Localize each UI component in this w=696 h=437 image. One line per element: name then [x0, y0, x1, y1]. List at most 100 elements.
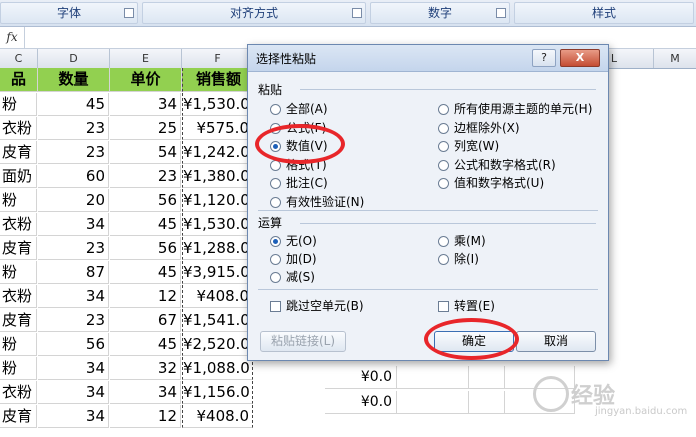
price-cell[interactable]: 23 — [110, 165, 181, 188]
skip-blanks-checkbox[interactable]: 跳过空单元(B) — [270, 298, 364, 314]
sales-cell[interactable]: ¥2,520.0 — [182, 333, 253, 356]
qty-cell[interactable]: 60 — [38, 165, 109, 188]
radio-icon[interactable] — [438, 141, 449, 152]
qty-cell[interactable]: 23 — [38, 117, 109, 140]
close-icon[interactable]: X — [560, 49, 600, 67]
radio-icon[interactable] — [270, 104, 281, 115]
paste-option-5[interactable]: 有效性验证(N) — [270, 194, 364, 210]
paste-option-0[interactable]: 全部(A) — [270, 101, 328, 117]
sales-cell[interactable]: ¥3,915.0 — [182, 261, 253, 284]
paste-extra-option-4[interactable]: 值和数字格式(U) — [438, 175, 544, 191]
right-cell[interactable]: ¥0.0 — [325, 366, 397, 389]
paste-extra-option-2[interactable]: 列宽(W) — [438, 138, 499, 154]
dialog-launcher-icon[interactable] — [352, 8, 362, 18]
product-cell[interactable]: 衣粉 — [0, 117, 37, 140]
price-cell[interactable]: 34 — [110, 93, 181, 116]
price-cell[interactable]: 45 — [110, 333, 181, 356]
price-cell[interactable]: 12 — [110, 285, 181, 308]
radio-icon[interactable] — [438, 236, 449, 247]
price-cell[interactable]: 45 — [110, 213, 181, 236]
qty-cell[interactable]: 23 — [38, 237, 109, 260]
price-cell[interactable]: 56 — [110, 189, 181, 212]
operation-option-2[interactable]: 减(S) — [270, 269, 315, 285]
column-header-e[interactable]: E — [110, 49, 182, 68]
empty-cell[interactable] — [469, 391, 505, 414]
skip-blanks-check-icon[interactable] — [270, 301, 281, 312]
paste-option-4[interactable]: 批注(C) — [270, 175, 328, 191]
qty-cell[interactable]: 56 — [38, 333, 109, 356]
product-cell[interactable]: 衣粉 — [0, 285, 37, 308]
radio-icon[interactable] — [438, 178, 449, 189]
dialog-title-bar[interactable]: 选择性粘贴 ? X — [248, 45, 608, 72]
right-cell[interactable]: ¥0.0 — [325, 391, 397, 414]
radio-icon[interactable] — [270, 236, 281, 247]
dialog-launcher-icon[interactable] — [496, 8, 506, 18]
cancel-button[interactable]: 取消 — [516, 331, 596, 352]
operation-extra-option-0[interactable]: 乘(M) — [438, 233, 486, 249]
operation-extra-option-1[interactable]: 除(I) — [438, 251, 479, 267]
price-cell[interactable]: 67 — [110, 309, 181, 332]
paste-extra-option-1[interactable]: 边框除外(X) — [438, 120, 520, 136]
radio-icon[interactable] — [438, 122, 449, 134]
radio-icon[interactable] — [270, 178, 281, 189]
header-cell-qty[interactable]: 数量 — [38, 68, 110, 92]
sales-cell[interactable]: ¥1,530.0 — [182, 213, 253, 236]
radio-icon[interactable] — [270, 272, 281, 283]
price-cell[interactable]: 25 — [110, 117, 181, 140]
column-header-m[interactable]: M — [654, 49, 696, 68]
radio-icon[interactable] — [270, 196, 281, 208]
paste-extra-option-3[interactable]: 公式和数字格式(R) — [438, 157, 556, 173]
radio-icon[interactable] — [438, 254, 449, 265]
paste-extra-option-0[interactable]: 所有使用源主题的单元(H) — [438, 101, 592, 117]
header-cell-sales[interactable]: 销售额 — [182, 68, 255, 92]
product-cell[interactable]: 皮育 — [0, 237, 37, 260]
product-cell[interactable]: 粉 — [0, 261, 37, 284]
dialog-launcher-icon[interactable] — [124, 8, 134, 18]
product-cell[interactable]: 皮育 — [0, 309, 37, 332]
price-cell[interactable]: 45 — [110, 261, 181, 284]
header-cell-product[interactable]: 品 — [0, 68, 38, 92]
empty-cell[interactable] — [397, 391, 469, 414]
product-cell[interactable]: 粉 — [0, 189, 37, 212]
operation-option-1[interactable]: 加(D) — [270, 251, 317, 267]
qty-cell[interactable]: 20 — [38, 189, 109, 212]
sales-cell[interactable]: ¥575.0 — [182, 117, 253, 140]
product-cell[interactable]: 面奶 — [0, 165, 37, 188]
fx-icon[interactable]: fx — [0, 27, 25, 48]
empty-cell[interactable] — [469, 366, 505, 389]
operation-option-0[interactable]: 无(O) — [270, 233, 317, 249]
radio-icon[interactable] — [438, 104, 449, 115]
sales-cell[interactable]: ¥1,530.0 — [182, 93, 253, 116]
price-cell[interactable]: 54 — [110, 141, 181, 164]
column-header-c[interactable]: C — [0, 49, 38, 68]
price-cell[interactable]: 56 — [110, 237, 181, 260]
column-header-d[interactable]: D — [38, 49, 110, 68]
qty-cell[interactable]: 34 — [38, 285, 109, 308]
transpose-checkbox[interactable]: 转置(E) — [438, 298, 495, 314]
product-cell[interactable]: 粉 — [0, 93, 37, 116]
sales-cell[interactable]: ¥408.0 — [182, 285, 253, 308]
column-header-f[interactable]: F — [182, 49, 254, 68]
header-cell-price[interactable]: 单价 — [110, 68, 182, 92]
product-cell[interactable]: 衣粉 — [0, 213, 37, 236]
product-cell[interactable]: 皮育 — [0, 141, 37, 164]
operation-divider-top — [258, 210, 598, 211]
qty-cell[interactable]: 34 — [38, 213, 109, 236]
qty-cell[interactable]: 87 — [38, 261, 109, 284]
qty-cell[interactable]: 23 — [38, 309, 109, 332]
sales-cell[interactable]: ¥1,288.0 — [182, 237, 253, 260]
radio-icon[interactable] — [438, 159, 449, 171]
sales-cell[interactable]: ¥1,541.0 — [182, 309, 253, 332]
paste-extra-option-label: 列宽(W) — [454, 139, 500, 153]
help-icon[interactable]: ? — [532, 49, 556, 67]
sales-cell[interactable]: ¥1,120.0 — [182, 189, 253, 212]
radio-icon[interactable] — [270, 254, 281, 265]
transpose-check-icon[interactable] — [438, 301, 449, 312]
sales-cell[interactable]: ¥1,242.0 — [182, 141, 253, 164]
qty-cell[interactable]: 23 — [38, 141, 109, 164]
product-cell[interactable]: 粉 — [0, 333, 37, 356]
empty-cell[interactable] — [397, 366, 469, 389]
sales-cell[interactable]: ¥1,380.0 — [182, 165, 253, 188]
paste-link-button[interactable]: 粘贴链接(L) — [260, 331, 346, 352]
qty-cell[interactable]: 45 — [38, 93, 109, 116]
